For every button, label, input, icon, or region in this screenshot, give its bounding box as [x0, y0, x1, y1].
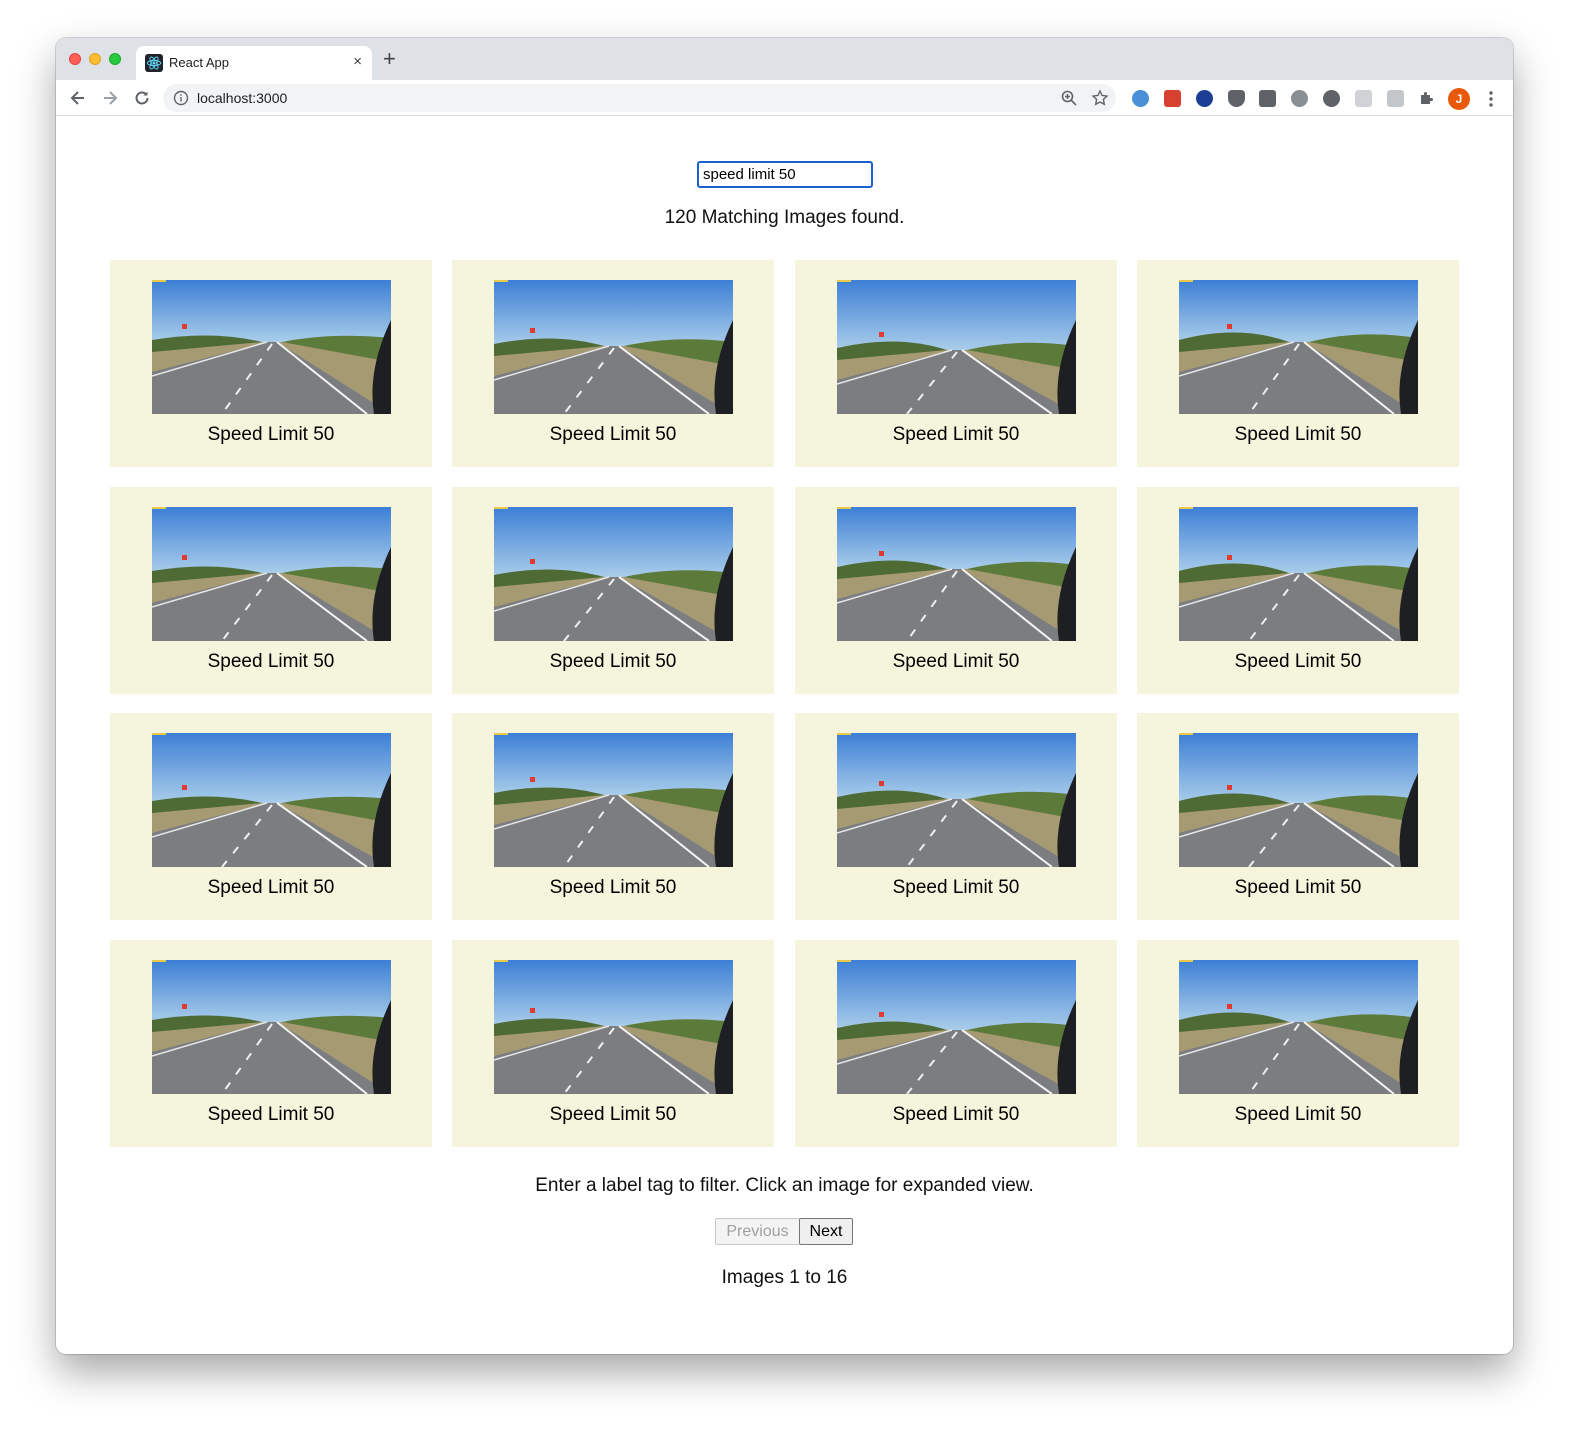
ublock-shield-icon[interactable]: [1228, 90, 1245, 107]
image-label: Speed Limit 50: [892, 651, 1020, 672]
label-filter-input[interactable]: [697, 161, 873, 188]
extension-3-icon[interactable]: [1196, 90, 1213, 107]
road-photo-thumbnail: [152, 507, 391, 641]
road-photo-thumbnail: [1179, 507, 1418, 641]
previous-button[interactable]: Previous: [715, 1218, 800, 1245]
tab-title: React App: [169, 55, 229, 70]
road-photo-thumbnail: [837, 960, 1076, 1094]
site-info-icon[interactable]: [173, 90, 189, 106]
image-card[interactable]: Speed Limit 50: [1137, 940, 1459, 1147]
image-card[interactable]: Speed Limit 50: [795, 260, 1117, 467]
extension-1-icon[interactable]: [1132, 90, 1149, 107]
extension-5-icon[interactable]: [1259, 90, 1276, 107]
image-card[interactable]: Speed Limit 50: [452, 260, 774, 467]
image-label: Speed Limit 50: [549, 651, 677, 672]
extension-9-icon[interactable]: [1387, 90, 1404, 107]
tab-strip: React App × +: [56, 38, 1513, 80]
image-label: Speed Limit 50: [892, 424, 1020, 445]
forward-arrow-icon[interactable]: [100, 88, 120, 108]
browser-toolbar: localhost:3000 J: [56, 80, 1513, 116]
image-label: Speed Limit 50: [207, 424, 335, 445]
road-photo-thumbnail: [494, 507, 733, 641]
extension-2-icon[interactable]: [1164, 90, 1181, 107]
image-card[interactable]: Speed Limit 50: [110, 713, 432, 920]
back-arrow-icon[interactable]: [68, 88, 88, 108]
image-label: Speed Limit 50: [1234, 1104, 1362, 1125]
more-menu-icon[interactable]: [1486, 89, 1496, 109]
image-label: Speed Limit 50: [1234, 424, 1362, 445]
image-grid: Speed Limit 50 Speed Limit 50 Speed Limi…: [110, 260, 1460, 1147]
image-label: Speed Limit 50: [1234, 877, 1362, 898]
image-label: Speed Limit 50: [549, 1104, 677, 1125]
road-photo-thumbnail: [152, 960, 391, 1094]
maximize-window-button[interactable]: [109, 53, 121, 65]
road-photo-thumbnail: [494, 280, 733, 414]
image-card[interactable]: Speed Limit 50: [1137, 487, 1459, 694]
image-card[interactable]: Speed Limit 50: [1137, 713, 1459, 920]
image-label: Speed Limit 50: [207, 651, 335, 672]
address-bar[interactable]: localhost:3000: [163, 84, 1116, 112]
image-card[interactable]: Speed Limit 50: [795, 713, 1117, 920]
road-photo-thumbnail: [494, 960, 733, 1094]
image-card[interactable]: Speed Limit 50: [795, 940, 1117, 1147]
image-label: Speed Limit 50: [549, 877, 677, 898]
instructions-text: Enter a label tag to filter. Click an im…: [535, 1175, 1034, 1196]
image-card[interactable]: Speed Limit 50: [1137, 260, 1459, 467]
road-photo-thumbnail: [837, 280, 1076, 414]
tab-close-icon[interactable]: ×: [353, 53, 362, 71]
profile-avatar[interactable]: J: [1448, 88, 1470, 110]
image-range-text: Images 1 to 16: [721, 1267, 848, 1288]
bookmark-star-icon[interactable]: [1091, 89, 1109, 107]
road-photo-thumbnail: [837, 507, 1076, 641]
image-card[interactable]: Speed Limit 50: [452, 713, 774, 920]
image-card[interactable]: Speed Limit 50: [110, 487, 432, 694]
next-button[interactable]: Next: [799, 1218, 853, 1245]
image-card[interactable]: Speed Limit 50: [110, 260, 432, 467]
image-card[interactable]: Speed Limit 50: [795, 487, 1117, 694]
image-label: Speed Limit 50: [549, 424, 677, 445]
reload-icon[interactable]: [132, 88, 152, 108]
react-logo-icon: [145, 54, 163, 72]
skype-icon[interactable]: [1323, 90, 1340, 107]
new-tab-button[interactable]: +: [383, 48, 396, 70]
road-photo-thumbnail: [837, 733, 1076, 867]
road-photo-thumbnail: [1179, 733, 1418, 867]
road-photo-thumbnail: [1179, 960, 1418, 1094]
image-label: Speed Limit 50: [892, 877, 1020, 898]
image-label: Speed Limit 50: [207, 877, 335, 898]
minimize-window-button[interactable]: [89, 53, 101, 65]
puzzle-extensions-icon[interactable]: [1418, 90, 1435, 107]
browser-window: React App × + localhost:3000 J speed lim…: [56, 38, 1513, 1354]
image-card[interactable]: Speed Limit 50: [110, 940, 432, 1147]
road-photo-thumbnail: [152, 280, 391, 414]
match-count: 120 Matching Images found.: [664, 207, 905, 228]
close-window-button[interactable]: [69, 53, 81, 65]
image-card[interactable]: Speed Limit 50: [452, 487, 774, 694]
road-photo-thumbnail: [1179, 280, 1418, 414]
url-text: localhost:3000: [197, 90, 288, 106]
extension-8-icon[interactable]: [1355, 90, 1372, 107]
page-content: 120 Matching Images found.: [56, 117, 1513, 1354]
extension-6-icon[interactable]: [1291, 90, 1308, 107]
image-card[interactable]: Speed Limit 50: [452, 940, 774, 1147]
zoom-icon[interactable]: [1060, 89, 1078, 107]
road-photo-thumbnail: [494, 733, 733, 867]
image-label: Speed Limit 50: [892, 1104, 1020, 1125]
browser-tab[interactable]: React App ×: [136, 46, 372, 80]
road-photo-thumbnail: [152, 733, 391, 867]
image-label: Speed Limit 50: [207, 1104, 335, 1125]
image-label: Speed Limit 50: [1234, 651, 1362, 672]
